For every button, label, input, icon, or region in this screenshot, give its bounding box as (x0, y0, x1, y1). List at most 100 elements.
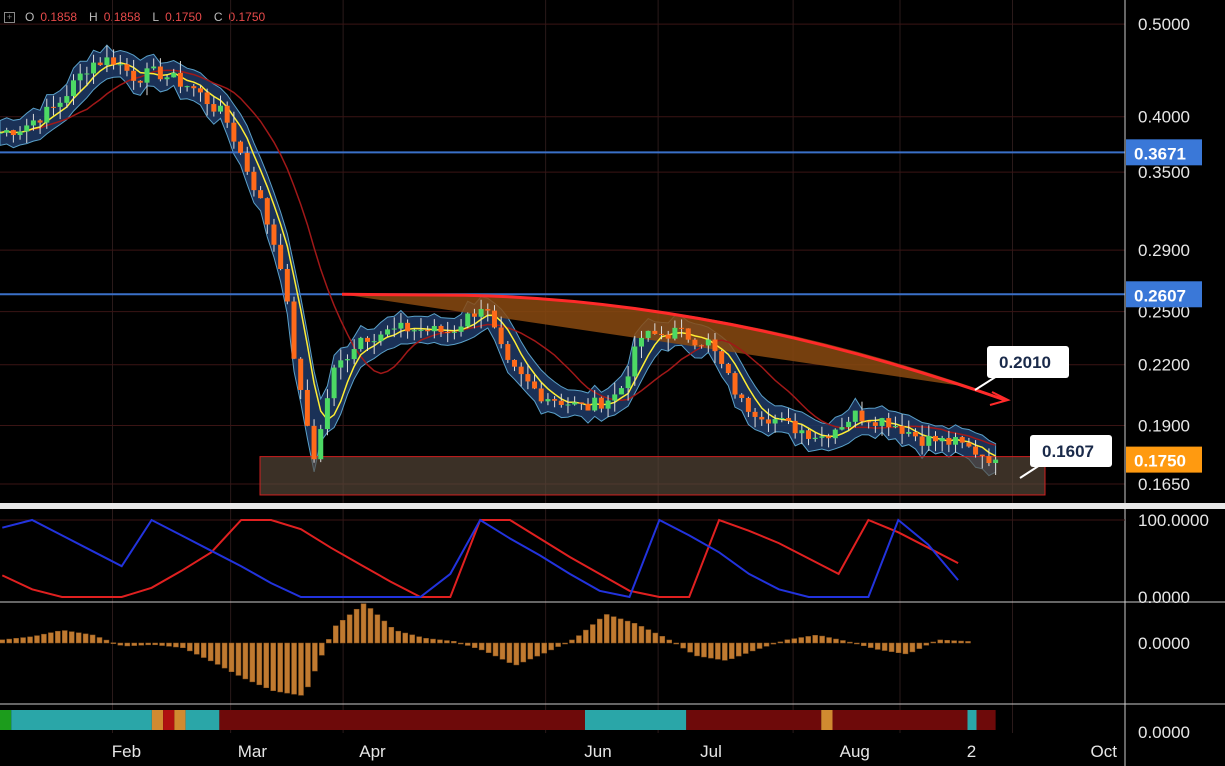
candle-body (91, 62, 97, 74)
histogram-bar (388, 627, 395, 644)
candle-body (659, 333, 665, 335)
histogram-bar (346, 614, 353, 644)
candle-body (104, 57, 110, 66)
histogram-bar (819, 635, 825, 644)
histogram-bar (749, 642, 756, 652)
candle-body (425, 329, 431, 332)
histogram-bar (715, 642, 721, 660)
callout-lower-label: 0.1607 (1042, 442, 1094, 461)
candle-body (538, 388, 544, 402)
candle-body (926, 435, 932, 446)
histogram-bar (138, 642, 144, 646)
histogram-bar (235, 642, 242, 676)
candle-body (231, 122, 237, 142)
candle-body (759, 416, 765, 420)
aroon-bottom-label: 0.0000 (1138, 588, 1190, 607)
candle-body (772, 419, 778, 424)
histogram-bar (652, 632, 659, 644)
trend-strip-segment (151, 710, 164, 730)
histogram-bar (597, 618, 603, 644)
histogram-bar (867, 642, 874, 648)
candle-body (565, 404, 571, 406)
histogram-bar (569, 639, 575, 644)
candle-body (973, 446, 979, 455)
histogram-bar (458, 642, 464, 645)
histogram-bar (332, 625, 339, 644)
histogram-bar (124, 642, 131, 647)
trend-strip-segment (185, 710, 220, 730)
x-tick-label: Jul (700, 742, 722, 761)
candle-body (892, 426, 898, 428)
histogram-bar (159, 642, 165, 646)
aroon-down-line (2, 518, 959, 599)
x-tick-label: 2 (967, 742, 976, 761)
histogram-bar (944, 640, 950, 644)
histogram-bar (367, 608, 374, 644)
histogram-bar (478, 642, 485, 651)
histogram-bar (96, 637, 103, 644)
candle-body (806, 430, 812, 439)
trend-strip-segment (967, 710, 977, 730)
candle-body (218, 105, 224, 112)
candle-body (652, 330, 658, 334)
histogram-bar (930, 641, 937, 644)
histogram-bar (708, 642, 714, 659)
histogram-bar (173, 642, 179, 648)
histogram-bar (214, 642, 221, 665)
candle-body (64, 96, 70, 103)
histogram-bar (360, 603, 367, 644)
candle-body (525, 374, 531, 382)
candle-body (645, 330, 651, 338)
histogram-bar (680, 642, 686, 649)
candle-body (779, 418, 785, 420)
candle-body (385, 329, 391, 335)
candle-body (37, 120, 43, 123)
support-zone (259, 456, 1046, 496)
candle-body (431, 325, 437, 332)
candle-body (318, 429, 324, 460)
strip-zero-label: 0.0000 (1138, 723, 1190, 742)
candle-body (986, 456, 992, 464)
candle-body (258, 190, 264, 199)
candle-body (512, 359, 518, 367)
candle-body (177, 72, 183, 87)
histogram-bar (110, 642, 117, 644)
candle-body (852, 410, 858, 422)
aroon-top-label: 100.0000 (1138, 511, 1209, 530)
trend-strip-segment (219, 710, 585, 730)
histogram-bar (784, 639, 791, 644)
candle-body (552, 399, 558, 401)
trend-strip-segment (821, 710, 833, 730)
x-tick-label: Aug (840, 742, 870, 761)
candle-body (238, 141, 244, 153)
candle-body (251, 171, 257, 191)
y-tick-label: 0.1650 (1138, 475, 1190, 494)
histogram-bar (402, 632, 408, 644)
candle-body (879, 418, 885, 426)
histogram-bar (485, 642, 492, 653)
candle-body (672, 327, 678, 339)
histogram-bar (312, 642, 318, 672)
histogram-bar (423, 638, 429, 644)
histogram-bar (854, 642, 860, 645)
candle-body (886, 418, 892, 428)
candle-body (699, 345, 705, 347)
candle-body (558, 400, 564, 405)
histogram-zero-label: 0.0000 (1138, 634, 1190, 653)
histogram-bar (465, 642, 471, 646)
histogram-bar (249, 642, 256, 683)
histogram-bar (13, 638, 19, 644)
histogram-bar (617, 618, 624, 644)
candle-body (592, 397, 598, 411)
histogram-bar (666, 639, 672, 644)
candle-body (518, 366, 524, 375)
candle-body (50, 106, 56, 108)
histogram-bar (409, 634, 415, 644)
candle-body (191, 86, 197, 89)
histogram-bar (735, 642, 742, 657)
histogram-bar (187, 642, 193, 652)
price-chart-svg[interactable]: 0.50000.40000.35000.29000.25000.22000.19… (0, 0, 1225, 766)
candle-body (284, 268, 290, 302)
histogram-bar (152, 642, 158, 646)
histogram-bar (770, 642, 777, 645)
